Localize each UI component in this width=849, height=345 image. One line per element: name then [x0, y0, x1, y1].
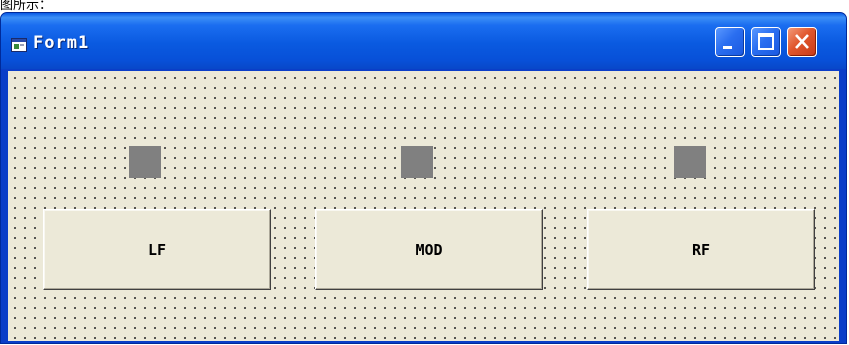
minimize-icon	[723, 46, 732, 49]
maximize-button[interactable]	[751, 27, 781, 57]
close-button[interactable]	[787, 27, 817, 57]
rf-button[interactable]: RF	[587, 209, 815, 290]
shape-left	[129, 146, 161, 178]
form-client-area: LF MOD RF	[8, 71, 839, 341]
form-window: Form1 LF MOD RF	[0, 12, 847, 344]
window-title: Form1	[33, 33, 90, 53]
title-bar[interactable]: Form1	[1, 13, 846, 69]
maximize-icon	[758, 33, 774, 50]
shape-middle	[401, 146, 433, 178]
minimize-button[interactable]	[715, 27, 745, 57]
mod-button[interactable]: MOD	[315, 209, 543, 290]
close-icon	[795, 34, 809, 49]
caption-fragment: 图所示：	[0, 0, 53, 12]
form-icon	[11, 37, 27, 52]
shape-right	[674, 146, 706, 178]
lf-button[interactable]: LF	[43, 209, 271, 290]
